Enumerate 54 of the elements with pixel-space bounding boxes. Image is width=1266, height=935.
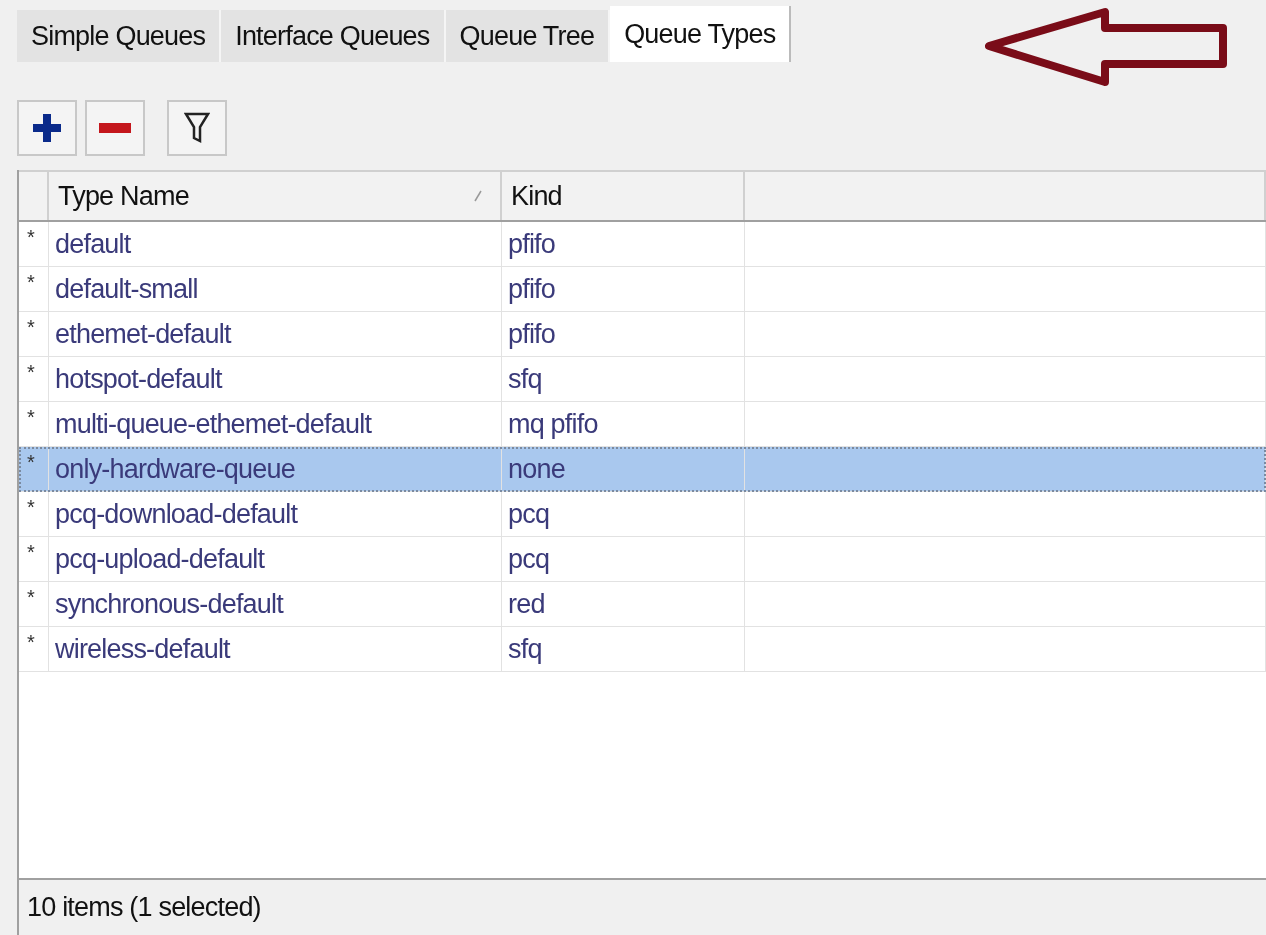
table-cell: synchronous-default: [49, 582, 502, 626]
table-row[interactable]: * default pfifo: [19, 222, 1266, 267]
remove-button[interactable]: [85, 100, 145, 156]
row-flag: *: [19, 222, 49, 266]
table-row[interactable]: * pcq-upload-default pcq: [19, 537, 1266, 582]
table-cell: pfifo: [502, 222, 745, 266]
row-flag: *: [19, 627, 49, 671]
table-row[interactable]: * hotspot-default sfq: [19, 357, 1266, 402]
table-cell: pcq: [502, 492, 745, 536]
table-row[interactable]: * wireless-default sfq: [19, 627, 1266, 672]
table-row[interactable]: * multi-queue-ethemet-default mq pfifo: [19, 402, 1266, 447]
tab[interactable]: Queue Tree: [445, 10, 611, 62]
table-row[interactable]: * ethemet-default pfifo: [19, 312, 1266, 357]
minus-icon: [99, 123, 131, 133]
row-flag: *: [19, 582, 49, 626]
table-cell: default-small: [49, 267, 502, 311]
table-cell: hotspot-default: [49, 357, 502, 401]
table-row[interactable]: * only-hardware-queue none: [19, 447, 1266, 492]
add-button[interactable]: [17, 100, 77, 156]
table-cell: wireless-default: [49, 627, 502, 671]
row-flag: *: [19, 537, 49, 581]
table-cell: red: [502, 582, 745, 626]
plus-icon: [31, 112, 63, 144]
table-cell: none: [502, 447, 745, 491]
table-row[interactable]: * synchronous-default red: [19, 582, 1266, 627]
row-flag: *: [19, 357, 49, 401]
row-flag: *: [19, 312, 49, 356]
row-flag: *: [19, 492, 49, 536]
table-row[interactable]: * pcq-download-default pcq: [19, 492, 1266, 537]
row-flag: *: [19, 267, 49, 311]
table-cell: pfifo: [502, 312, 745, 356]
table-cell: pfifo: [502, 267, 745, 311]
table-cell: sfq: [502, 357, 745, 401]
table-cell: sfq: [502, 627, 745, 671]
table-cell: pcq-upload-default: [49, 537, 502, 581]
table-cell: ethemet-default: [49, 312, 502, 356]
table-cell: pcq-download-default: [49, 492, 502, 536]
filter-button[interactable]: [167, 100, 227, 156]
tab[interactable]: Interface Queues: [221, 10, 446, 62]
table-cell: default: [49, 222, 502, 266]
column-header[interactable]: Kind: [502, 172, 745, 220]
table-cell: only-hardware-queue: [49, 447, 502, 491]
column-header[interactable]: Type Name: [49, 172, 502, 220]
row-flag: *: [19, 447, 49, 491]
tab[interactable]: Queue Types: [610, 6, 792, 62]
row-flag: *: [19, 402, 49, 446]
tab[interactable]: Simple Queues: [17, 10, 222, 62]
status-text: 10 items (1 selected): [26, 892, 261, 923]
table-cell: pcq: [502, 537, 745, 581]
filter-icon: [184, 112, 210, 144]
table-row[interactable]: * default-small pfifo: [19, 267, 1266, 312]
table-cell: multi-queue-ethemet-default: [49, 402, 502, 446]
table-cell: mq pfifo: [502, 402, 745, 446]
sort-icon: [474, 190, 482, 202]
